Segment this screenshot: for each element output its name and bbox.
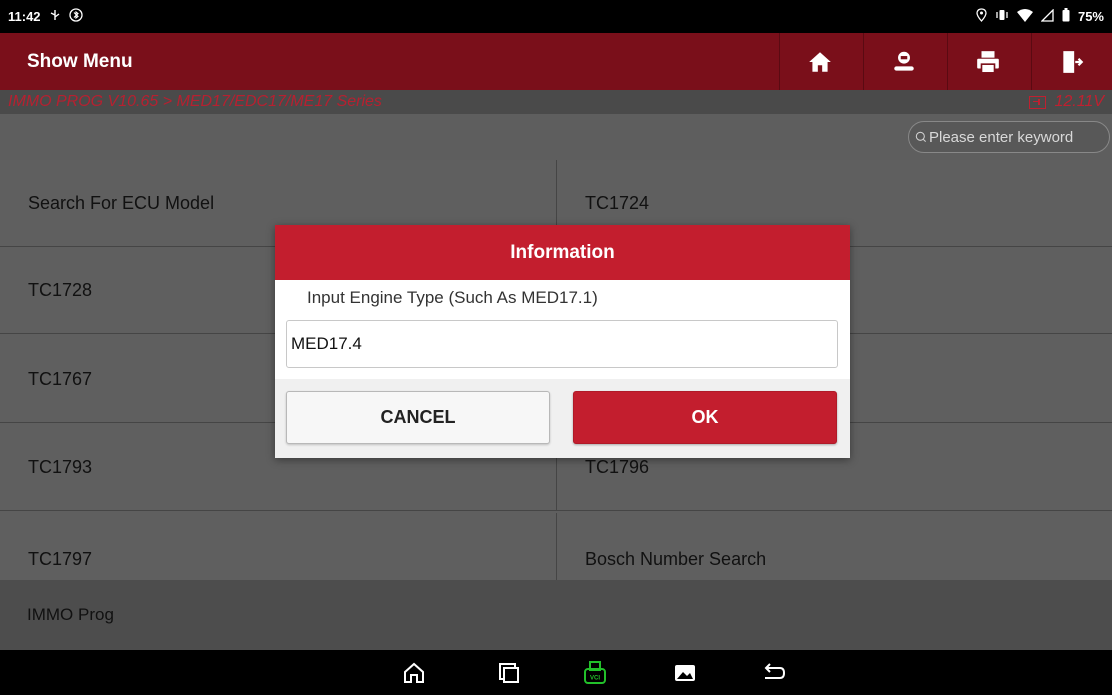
gallery-icon	[675, 665, 695, 681]
user-icon	[894, 51, 914, 71]
home-button[interactable]	[779, 33, 860, 90]
page-title: Show Menu	[27, 50, 133, 72]
search-box[interactable]	[908, 121, 1110, 153]
vci-icon: VCI	[584, 661, 606, 684]
menu-item-bosch-number-search[interactable]: Bosch Number Search	[556, 513, 1112, 580]
battery-percent: 75%	[1077, 9, 1104, 24]
dialog-prompt: Input Engine Type (Such As MED17.1)	[307, 288, 598, 307]
location-icon	[976, 8, 987, 25]
nav-recents-icon	[499, 663, 519, 683]
vci-button[interactable]: VCI	[580, 658, 610, 688]
title-bar: Show Menu	[0, 33, 1112, 90]
search-icon	[915, 131, 927, 143]
menu-item-tc1797[interactable]: TC1797	[0, 513, 556, 580]
svg-text:VCI: VCI	[590, 676, 600, 682]
dialog-footer: CANCEL OK	[275, 379, 850, 458]
nav-back-button[interactable]	[758, 658, 788, 688]
cancel-button[interactable]: CANCEL	[286, 391, 550, 444]
exit-button[interactable]	[1031, 33, 1112, 90]
information-dialog: Information Input Engine Type (Such As M…	[275, 225, 850, 458]
breadcrumb: IMMO PROG V10.65 > MED17/EDC17/ME17 Seri…	[8, 93, 382, 110]
car-battery-icon	[1029, 95, 1047, 109]
usb-icon	[49, 9, 61, 24]
status-time: 11:42	[8, 9, 41, 24]
print-icon	[977, 50, 999, 74]
breadcrumb-bar: IMMO PROG V10.65 > MED17/EDC17/ME17 Seri…	[0, 90, 1112, 114]
print-button[interactable]	[947, 33, 1028, 90]
bluetooth-icon	[68, 8, 83, 25]
battery-status-icon	[1062, 8, 1070, 25]
nav-home-icon	[404, 662, 424, 683]
search-bar	[0, 114, 1112, 160]
voltage-value: 12.11V	[1054, 93, 1104, 110]
search-input[interactable]	[929, 128, 1109, 146]
signal-icon	[1040, 7, 1054, 25]
footer-label: IMMO Prog	[0, 580, 1112, 650]
user-button[interactable]	[863, 33, 944, 90]
vibrate-icon	[995, 9, 1009, 24]
status-bar: 11:42 75%	[0, 0, 1112, 33]
nav-bar: VCI	[0, 650, 1112, 695]
home-icon	[809, 51, 831, 72]
engine-type-input[interactable]	[286, 320, 838, 368]
dialog-title: Information	[275, 225, 850, 280]
dialog-body: Input Engine Type (Such As MED17.1)	[275, 280, 850, 379]
nav-home-button[interactable]	[399, 658, 429, 688]
wifi-icon	[1016, 8, 1033, 25]
nav-recents-button[interactable]	[494, 658, 524, 688]
gallery-button[interactable]	[670, 658, 700, 688]
ok-button[interactable]: OK	[573, 391, 837, 444]
voltage-display: 12.11V	[1029, 93, 1104, 111]
exit-icon	[1063, 50, 1084, 73]
nav-back-icon	[764, 663, 786, 679]
